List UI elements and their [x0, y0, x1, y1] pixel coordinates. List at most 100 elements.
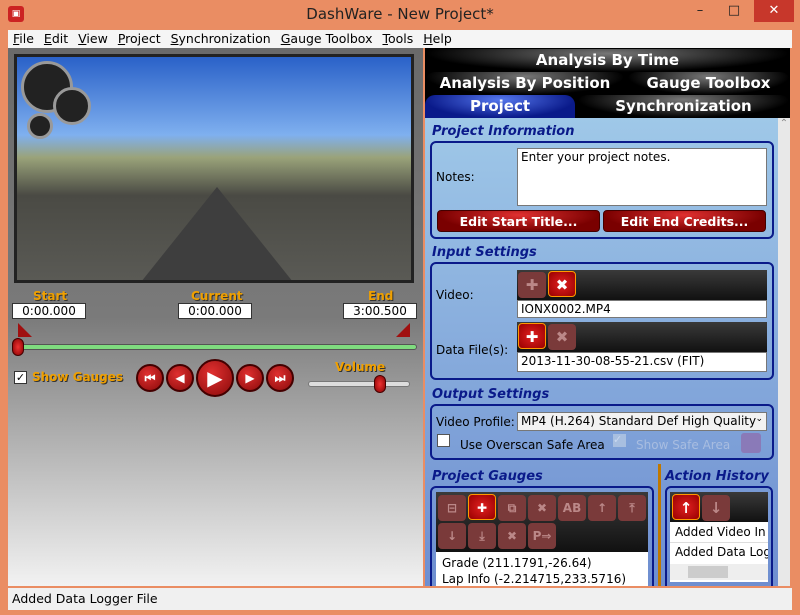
history-item[interactable]: Added Video In: [670, 522, 768, 543]
history-horizontal-scrollbar[interactable]: [670, 564, 768, 580]
data-files-label: Data File(s):: [436, 343, 509, 357]
gauge-list-icon[interactable]: ⊟: [438, 495, 466, 521]
add-video-icon[interactable]: ✚: [518, 272, 546, 298]
scroll-up-icon[interactable]: ⌃: [778, 118, 790, 129]
step-forward-button[interactable]: ▶: [236, 364, 264, 392]
menu-gauge-toolbox[interactable]: Gauge Toolbox: [276, 30, 378, 48]
step-forward-icon: ▶: [245, 371, 255, 385]
add-data-file-icon[interactable]: ✚: [518, 323, 546, 349]
menu-help[interactable]: Help: [418, 30, 457, 48]
data-file-field[interactable]: 2013-11-30-08-55-21.csv (FIT): [517, 352, 767, 372]
gauge-item[interactable]: Lap Info (-2.214715,233.5716): [436, 570, 648, 586]
title-bar: ▣ DashWare - New Project* – □ ✕: [0, 0, 800, 30]
current-label: Current: [191, 289, 243, 303]
tab-analysis-by-position[interactable]: Analysis By Position: [425, 72, 625, 95]
safe-area-button[interactable]: [741, 433, 761, 453]
move-top-icon[interactable]: ⤒: [618, 495, 646, 521]
minimize-button[interactable]: –: [684, 0, 716, 22]
video-profile-select[interactable]: MP4 (H.264) Standard Def High Quality ⌄: [517, 412, 767, 431]
skip-to-end-icon: ⏭: [274, 371, 286, 385]
play-button[interactable]: ▶: [196, 359, 234, 397]
volume-thumb[interactable]: [374, 375, 387, 393]
overscan-label: Use Overscan Safe Area: [460, 438, 605, 452]
edit-start-title-button[interactable]: Edit Start Title...: [437, 210, 600, 232]
menu-file[interactable]: File: [8, 30, 39, 48]
tools-icon[interactable]: ✖: [528, 495, 556, 521]
skip-to-start-icon: ⏮: [144, 371, 156, 385]
tab-project[interactable]: Project: [425, 95, 575, 118]
history-toolbar: ↑ ↓: [670, 492, 768, 522]
video-frame-road: [137, 187, 297, 280]
undo-up-icon[interactable]: ↑: [672, 494, 700, 520]
project-tab-content: Project Information Notes: Enter your pr…: [425, 118, 778, 586]
remove-data-file-icon[interactable]: ✖: [548, 324, 576, 350]
gauges-list: Grade (211.1791,-26.64) Lap Info (-2.214…: [436, 552, 648, 586]
skip-to-end-button[interactable]: ⏭: [266, 364, 294, 392]
step-back-icon: ◀: [175, 371, 185, 385]
menu-tools[interactable]: Tools: [377, 30, 418, 48]
chevron-down-icon: ⌄: [755, 414, 763, 424]
duplicate-icon[interactable]: ⧉: [498, 495, 526, 521]
menu-view[interactable]: View: [73, 30, 113, 48]
history-item[interactable]: Added Data Log: [670, 543, 768, 561]
overscan-checkbox[interactable]: [437, 434, 450, 447]
gauges-toolbar: ⊟ ✚ ⧉ ✖ AB ↑ ⤒↓ ⤓ ✖ P⇒: [436, 492, 648, 552]
notes-field[interactable]: Enter your project notes.: [517, 148, 767, 206]
move-bottom-icon[interactable]: ⤓: [468, 523, 496, 549]
start-time-field[interactable]: 0:00.000: [12, 303, 86, 319]
tab-gauge-toolbox[interactable]: Gauge Toolbox: [627, 72, 790, 95]
end-label: End: [368, 289, 394, 303]
show-gauges-checkbox[interactable]: ✓: [14, 371, 27, 384]
show-safe-area-label: Show Safe Area: [636, 438, 731, 452]
step-back-button[interactable]: ◀: [166, 364, 194, 392]
timeline-slider[interactable]: [14, 344, 417, 350]
rpm-gauge: [53, 87, 91, 125]
maximize-button[interactable]: □: [718, 0, 750, 22]
video-toolbar: ✚ ✖: [517, 270, 767, 300]
start-label: Start: [33, 289, 68, 303]
volume-slider[interactable]: [308, 381, 410, 387]
tab-analysis-by-time[interactable]: Analysis By Time: [425, 49, 790, 72]
end-time-field[interactable]: 3:00.500: [343, 303, 417, 319]
video-file-field[interactable]: IONX0002.MP4: [517, 300, 767, 318]
project-information-heading: Project Information: [432, 124, 575, 139]
redo-down-icon[interactable]: ↓: [702, 495, 730, 521]
gauge-item[interactable]: Grade (211.1791,-26.64): [436, 552, 648, 570]
menu-project[interactable]: Project: [113, 30, 166, 48]
delete-icon[interactable]: ✖: [498, 523, 526, 549]
output-settings-heading: Output Settings: [432, 387, 550, 402]
data-file-toolbar: ✚ ✖: [517, 322, 767, 352]
show-safe-area-checkbox[interactable]: ✓: [613, 434, 626, 447]
skip-to-start-button[interactable]: ⏮: [136, 364, 164, 392]
menu-bar: File Edit View Project Synchronization Gauge …: [8, 30, 792, 48]
close-button[interactable]: ✕: [754, 0, 794, 22]
action-history-heading: Action History: [665, 469, 769, 484]
menu-synchronization[interactable]: Synchronization: [166, 30, 276, 48]
status-bar: Added Data Logger File: [8, 588, 792, 610]
start-marker[interactable]: [18, 323, 32, 337]
end-marker[interactable]: [396, 323, 410, 337]
add-icon[interactable]: ✚: [468, 494, 496, 520]
splitter[interactable]: [658, 464, 661, 586]
video-profile-label: Video Profile:: [436, 415, 515, 429]
rename-icon[interactable]: AB: [558, 495, 586, 521]
tab-synchronization[interactable]: Synchronization: [577, 95, 790, 118]
edit-end-credits-button[interactable]: Edit End Credits...: [603, 210, 766, 232]
project-gauges-heading: Project Gauges: [432, 469, 543, 484]
window-title: DashWare - New Project*: [306, 5, 494, 23]
menu-edit[interactable]: Edit: [39, 30, 73, 48]
move-up-icon[interactable]: ↑: [588, 495, 616, 521]
video-label: Video:: [436, 288, 474, 302]
move-down-icon[interactable]: ↓: [438, 523, 466, 549]
timeline-thumb[interactable]: [12, 338, 24, 356]
show-gauges-label: Show Gauges: [32, 370, 124, 384]
video-preview[interactable]: [14, 54, 414, 283]
play-icon: ▶: [207, 366, 223, 390]
content-vertical-scrollbar[interactable]: ⌃: [778, 118, 790, 586]
properties-icon[interactable]: P⇒: [528, 523, 556, 549]
small-gauge: [27, 113, 53, 139]
current-time-field[interactable]: 0:00.000: [178, 303, 252, 319]
history-list: Added Video In Added Data Log: [670, 522, 768, 582]
side-panel: Analysis By Time Analysis By Position Ga…: [425, 48, 790, 586]
remove-video-icon[interactable]: ✖: [548, 271, 576, 297]
